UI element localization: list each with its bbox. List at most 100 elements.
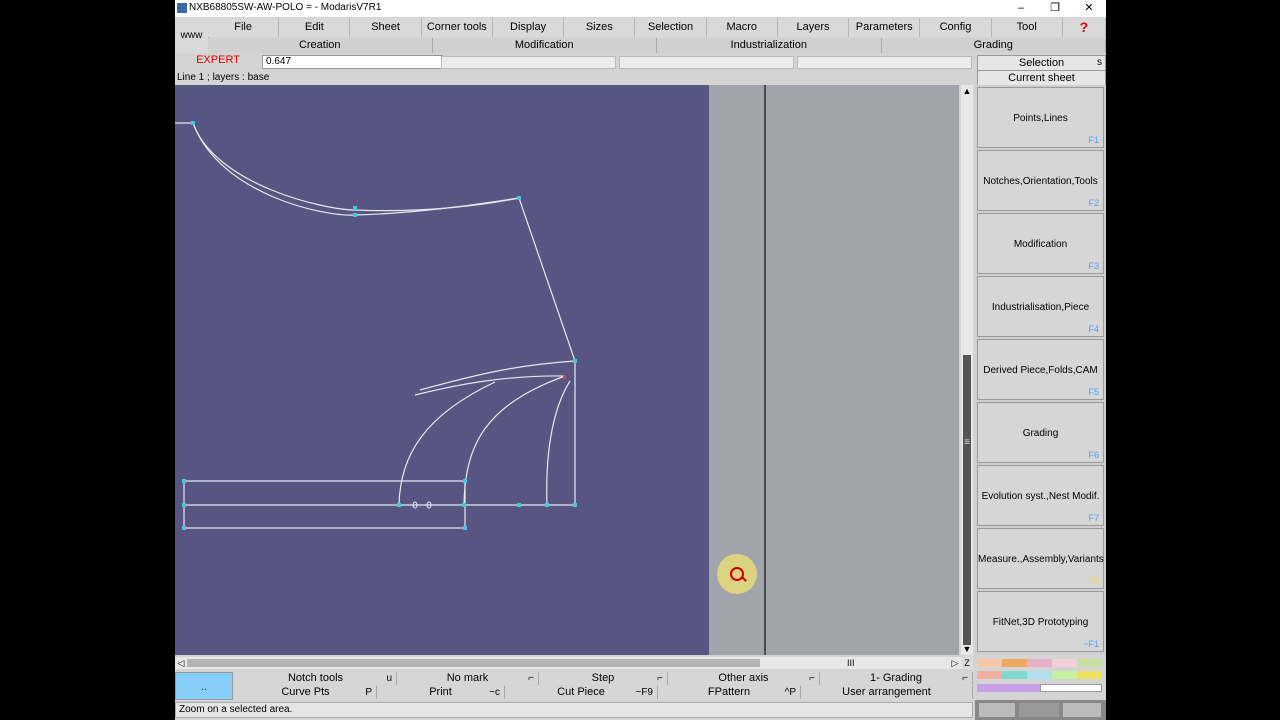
toolbar-label: FPattern [707, 686, 751, 698]
pattern-point [182, 503, 186, 507]
panel-button-notches[interactable]: Notches,Orientation,Tools F2 [977, 150, 1104, 211]
panel-button-industrialisation[interactable]: Industrialisation,Piece F4 [977, 276, 1104, 337]
curve-a [398, 381, 496, 506]
panel-button-label: Points,Lines [1013, 113, 1068, 124]
palette-swatch[interactable] [1040, 684, 1102, 692]
pattern-point [462, 503, 466, 507]
app-icon [177, 3, 187, 13]
panel-button-modification[interactable]: Modification F3 [977, 213, 1104, 274]
www-button[interactable]: www [175, 18, 209, 53]
cut-piece-button[interactable]: Cut Piece ~F9 [505, 686, 658, 699]
menu-macro[interactable]: Macro [706, 18, 778, 37]
minimize-button[interactable]: – [1004, 0, 1038, 17]
menu-corner-tools[interactable]: Corner tools [421, 18, 493, 37]
no-mark-button[interactable]: No mark ⌐ [397, 672, 539, 685]
palette-swatch[interactable] [1052, 659, 1077, 667]
help-icon[interactable]: ? [1062, 18, 1106, 37]
scroll-down-arrow-icon[interactable]: ▼ [961, 643, 973, 655]
scroll-right-arrow-icon[interactable]: ▷ [949, 657, 961, 669]
panel-button-key: F3 [1088, 261, 1099, 271]
panel-button-evolution[interactable]: Evolution syst.,Nest Modif. F7 [977, 465, 1104, 526]
panel-button-label: Notches,Orientation,Tools [983, 176, 1098, 187]
zoom-button[interactable]: Z [961, 657, 973, 669]
horizontal-scrollbar[interactable]: ◁ III ▷ Z [175, 657, 973, 669]
palette-swatch[interactable] [1002, 659, 1027, 667]
step-button[interactable]: Step ⌐ [539, 672, 668, 685]
pattern-point [517, 196, 521, 200]
selected-point-marker [563, 374, 567, 380]
panel-button-derived-piece[interactable]: Derived Piece,Folds,CAM F5 [977, 339, 1104, 400]
nav-back-button[interactable] [979, 703, 1015, 717]
close-button[interactable]: ✕ [1072, 0, 1106, 17]
palette-swatch[interactable] [977, 671, 1002, 679]
panel-button-label: Grading [1022, 428, 1059, 439]
panel-button-key: F7 [1088, 513, 1099, 523]
current-sheet-button[interactable]: Current sheet [977, 70, 1106, 86]
user-arrangement-button[interactable]: User arrangement [801, 686, 973, 699]
submenu-industrialization[interactable]: Industrialization [657, 38, 882, 53]
palette-swatch[interactable] [977, 684, 1040, 692]
neckline-curve-outer [175, 122, 520, 212]
title-bar: NXB68805SW-AW-POLO = - ModarisV7R1 – ❐ ✕ [175, 0, 1106, 17]
toolbar-label: No mark [446, 672, 489, 684]
active-tool-button[interactable]: .. [175, 672, 233, 700]
selection-button[interactable]: Selection s [977, 55, 1106, 71]
maximize-button[interactable]: ❐ [1038, 0, 1072, 17]
sub-menu-bar: Creation Modification Industrialization … [208, 38, 1106, 53]
submenu-creation[interactable]: Creation [208, 38, 433, 53]
menu-tool[interactable]: Tool [991, 18, 1063, 37]
panel-button-grading[interactable]: Grading F6 [977, 402, 1104, 463]
modaris-window: NXB68805SW-AW-POLO = - ModarisV7R1 – ❐ ✕… [175, 0, 1106, 720]
neckline-curve-inner [192, 122, 520, 216]
menu-display[interactable]: Display [492, 18, 565, 37]
menu-sizes[interactable]: Sizes [564, 18, 636, 37]
panel-button-measure[interactable]: Measure.,Assembly,Variants F8 [977, 528, 1104, 589]
pattern-canvas[interactable] [175, 85, 709, 655]
palette-swatch[interactable] [1077, 659, 1102, 667]
grading-button[interactable]: 1- Grading ⌐ [820, 672, 973, 685]
panel-button-key: F1 [1088, 135, 1099, 145]
other-axis-button[interactable]: Other axis ⌐ [668, 672, 820, 685]
palette-swatch[interactable] [1027, 659, 1052, 667]
pattern-point [545, 503, 549, 507]
toolbar-key: ⌐ [528, 673, 534, 684]
palette-swatch[interactable] [1027, 671, 1052, 679]
palette-swatch[interactable] [1077, 671, 1102, 679]
palette-swatch[interactable] [1002, 671, 1027, 679]
pattern-point [463, 479, 467, 483]
size-color-palette [975, 657, 1106, 697]
info-field-2 [619, 56, 794, 69]
palette-swatch[interactable] [1052, 671, 1077, 679]
curve-pts-button[interactable]: Curve Pts P [235, 686, 377, 699]
vertical-scroll-thumb[interactable] [963, 355, 971, 645]
submenu-grading[interactable]: Grading [882, 38, 1106, 53]
pattern-point [517, 503, 521, 507]
nav-forward-button[interactable] [1063, 703, 1101, 717]
scroll-left-arrow-icon[interactable]: ◁ [175, 657, 187, 669]
menu-edit[interactable]: Edit [279, 18, 351, 37]
menu-sheet[interactable]: Sheet [350, 18, 422, 37]
menu-layers[interactable]: Layers [777, 18, 850, 37]
menu-file[interactable]: File [208, 18, 280, 37]
panel-button-points-lines[interactable]: Points,Lines F1 [977, 87, 1104, 148]
scroll-grip-icon: ≡ [964, 437, 970, 448]
nav-center-button[interactable] [1019, 703, 1059, 717]
value-input[interactable]: 0.647 [262, 55, 443, 69]
menu-config[interactable]: Config [920, 18, 992, 37]
pattern-point [573, 359, 577, 363]
fpattern-button[interactable]: FPattern ^P [658, 686, 801, 699]
toolbar-label: Curve Pts [281, 686, 330, 698]
toolbar-key: ⌐ [657, 673, 663, 684]
horizontal-scroll-thumb[interactable] [187, 659, 760, 667]
notch-tools-button[interactable]: Notch tools u [235, 672, 397, 685]
submenu-modification[interactable]: Modification [433, 38, 657, 53]
menu-selection[interactable]: Selection [635, 18, 707, 37]
palette-swatch[interactable] [977, 659, 1002, 667]
menu-parameters[interactable]: Parameters [849, 18, 921, 37]
scroll-up-arrow-icon[interactable]: ▲ [961, 85, 973, 97]
info-field-1 [441, 56, 616, 69]
vertical-scrollbar[interactable]: ▲ ≡ ▼ [961, 85, 973, 655]
curve-c [546, 380, 571, 506]
panel-button-fitnet[interactable]: FitNet,3D Prototyping ~F1 [977, 591, 1104, 652]
print-button[interactable]: Print ~c [377, 686, 505, 699]
